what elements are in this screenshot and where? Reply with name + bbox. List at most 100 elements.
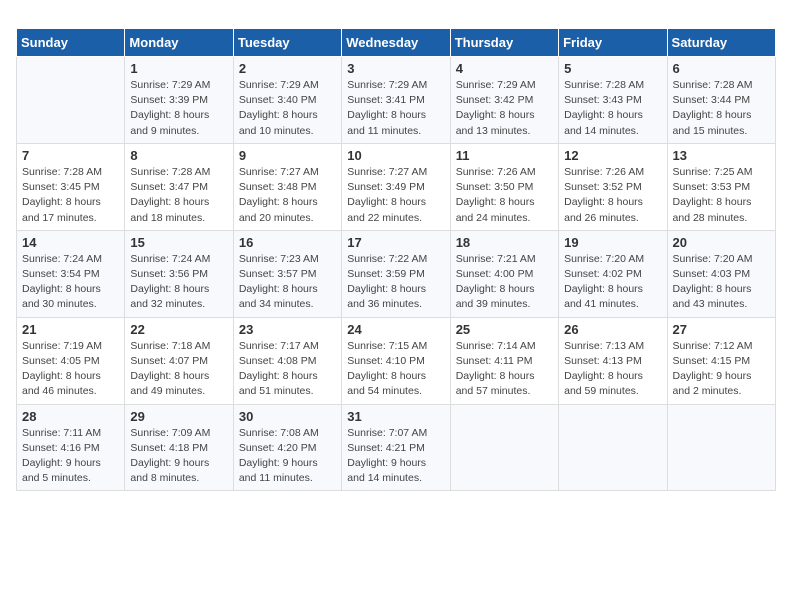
calendar-table: SundayMondayTuesdayWednesdayThursdayFrid… xyxy=(16,28,776,491)
header-day-friday: Friday xyxy=(559,29,667,57)
header-day-thursday: Thursday xyxy=(450,29,558,57)
day-number: 12 xyxy=(564,148,661,163)
calendar-cell: 28 Sunrise: 7:11 AMSunset: 4:16 PMDayligh… xyxy=(17,404,125,491)
day-number: 2 xyxy=(239,61,336,76)
week-row-2: 7 Sunrise: 7:28 AMSunset: 3:45 PMDaylight… xyxy=(17,143,776,230)
header-day-saturday: Saturday xyxy=(667,29,775,57)
day-number: 27 xyxy=(673,322,770,337)
calendar-cell: 5 Sunrise: 7:28 AMSunset: 3:43 PMDaylight… xyxy=(559,57,667,144)
cell-info: Sunrise: 7:26 AMSunset: 3:52 PMDaylight:… xyxy=(564,165,661,226)
cell-info: Sunrise: 7:28 AMSunset: 3:47 PMDaylight:… xyxy=(130,165,227,226)
calendar-cell: 3 Sunrise: 7:29 AMSunset: 3:41 PMDaylight… xyxy=(342,57,450,144)
cell-info: Sunrise: 7:29 AMSunset: 3:40 PMDaylight:… xyxy=(239,78,336,139)
calendar-cell: 12 Sunrise: 7:26 AMSunset: 3:52 PMDayligh… xyxy=(559,143,667,230)
calendar-cell: 23 Sunrise: 7:17 AMSunset: 4:08 PMDayligh… xyxy=(233,317,341,404)
cell-info: Sunrise: 7:29 AMSunset: 3:41 PMDaylight:… xyxy=(347,78,444,139)
cell-info: Sunrise: 7:26 AMSunset: 3:50 PMDaylight:… xyxy=(456,165,553,226)
day-number: 30 xyxy=(239,409,336,424)
cell-info: Sunrise: 7:27 AMSunset: 3:49 PMDaylight:… xyxy=(347,165,444,226)
day-number: 19 xyxy=(564,235,661,250)
calendar-header: SundayMondayTuesdayWednesdayThursdayFrid… xyxy=(17,29,776,57)
calendar-cell: 9 Sunrise: 7:27 AMSunset: 3:48 PMDaylight… xyxy=(233,143,341,230)
calendar-cell: 14 Sunrise: 7:24 AMSunset: 3:54 PMDayligh… xyxy=(17,230,125,317)
week-row-4: 21Sunrise: 7:19 AMSunset: 4:05 PMDayligh… xyxy=(17,317,776,404)
calendar-cell xyxy=(450,404,558,491)
day-number: 11 xyxy=(456,148,553,163)
calendar-cell xyxy=(559,404,667,491)
calendar-cell: 18 Sunrise: 7:21 AMSunset: 4:00 PMDayligh… xyxy=(450,230,558,317)
cell-info: Sunrise: 7:20 AMSunset: 4:03 PMDaylight:… xyxy=(673,252,770,313)
week-row-3: 14 Sunrise: 7:24 AMSunset: 3:54 PMDayligh… xyxy=(17,230,776,317)
cell-info: Sunrise: 7:15 AMSunset: 4:10 PMDaylight:… xyxy=(347,339,444,400)
day-number: 22 xyxy=(130,322,227,337)
day-number: 20 xyxy=(673,235,770,250)
day-number: 3 xyxy=(347,61,444,76)
calendar-cell: 10 Sunrise: 7:27 AMSunset: 3:49 PMDayligh… xyxy=(342,143,450,230)
calendar-cell: 17 Sunrise: 7:22 AMSunset: 3:59 PMDayligh… xyxy=(342,230,450,317)
calendar-cell: 4Sunrise: 7:29 AMSunset: 3:42 PMDaylight… xyxy=(450,57,558,144)
cell-info: Sunrise: 7:21 AMSunset: 4:00 PMDaylight:… xyxy=(456,252,553,313)
calendar-cell: 8Sunrise: 7:28 AMSunset: 3:47 PMDaylight… xyxy=(125,143,233,230)
day-number: 24 xyxy=(347,322,444,337)
calendar-cell: 1 Sunrise: 7:29 AMSunset: 3:39 PMDaylight… xyxy=(125,57,233,144)
day-number: 15 xyxy=(130,235,227,250)
day-number: 1 xyxy=(130,61,227,76)
cell-info: Sunrise: 7:08 AMSunset: 4:20 PMDaylight:… xyxy=(239,426,336,487)
day-number: 13 xyxy=(673,148,770,163)
cell-info: Sunrise: 7:28 AMSunset: 3:45 PMDaylight:… xyxy=(22,165,119,226)
cell-info: Sunrise: 7:28 AMSunset: 3:44 PMDaylight:… xyxy=(673,78,770,139)
day-number: 4 xyxy=(456,61,553,76)
cell-info: Sunrise: 7:29 AMSunset: 3:39 PMDaylight:… xyxy=(130,78,227,139)
day-number: 28 xyxy=(22,409,119,424)
day-number: 7 xyxy=(22,148,119,163)
cell-info: Sunrise: 7:18 AMSunset: 4:07 PMDaylight:… xyxy=(130,339,227,400)
day-number: 17 xyxy=(347,235,444,250)
cell-info: Sunrise: 7:27 AMSunset: 3:48 PMDaylight:… xyxy=(239,165,336,226)
calendar-cell: 22 Sunrise: 7:18 AMSunset: 4:07 PMDayligh… xyxy=(125,317,233,404)
cell-info: Sunrise: 7:11 AMSunset: 4:16 PMDaylight:… xyxy=(22,426,119,487)
calendar-cell: 11 Sunrise: 7:26 AMSunset: 3:50 PMDayligh… xyxy=(450,143,558,230)
day-number: 26 xyxy=(564,322,661,337)
day-number: 10 xyxy=(347,148,444,163)
calendar-cell xyxy=(667,404,775,491)
day-number: 23 xyxy=(239,322,336,337)
cell-info: Sunrise: 7:09 AMSunset: 4:18 PMDaylight:… xyxy=(130,426,227,487)
calendar-cell: 19Sunrise: 7:20 AMSunset: 4:02 PMDayligh… xyxy=(559,230,667,317)
calendar-cell: 30 Sunrise: 7:08 AMSunset: 4:20 PMDayligh… xyxy=(233,404,341,491)
day-number: 5 xyxy=(564,61,661,76)
cell-info: Sunrise: 7:17 AMSunset: 4:08 PMDaylight:… xyxy=(239,339,336,400)
cell-info: Sunrise: 7:22 AMSunset: 3:59 PMDaylight:… xyxy=(347,252,444,313)
header-row: SundayMondayTuesdayWednesdayThursdayFrid… xyxy=(17,29,776,57)
day-number: 18 xyxy=(456,235,553,250)
day-number: 14 xyxy=(22,235,119,250)
day-number: 9 xyxy=(239,148,336,163)
cell-info: Sunrise: 7:13 AMSunset: 4:13 PMDaylight:… xyxy=(564,339,661,400)
calendar-cell: 13 Sunrise: 7:25 AMSunset: 3:53 PMDayligh… xyxy=(667,143,775,230)
cell-info: Sunrise: 7:19 AMSunset: 4:05 PMDaylight:… xyxy=(22,339,119,400)
cell-info: Sunrise: 7:23 AMSunset: 3:57 PMDaylight:… xyxy=(239,252,336,313)
header-day-monday: Monday xyxy=(125,29,233,57)
calendar-cell: 26 Sunrise: 7:13 AMSunset: 4:13 PMDayligh… xyxy=(559,317,667,404)
cell-info: Sunrise: 7:14 AMSunset: 4:11 PMDaylight:… xyxy=(456,339,553,400)
week-row-5: 28 Sunrise: 7:11 AMSunset: 4:16 PMDayligh… xyxy=(17,404,776,491)
cell-info: Sunrise: 7:24 AMSunset: 3:54 PMDaylight:… xyxy=(22,252,119,313)
calendar-cell: 25 Sunrise: 7:14 AMSunset: 4:11 PMDayligh… xyxy=(450,317,558,404)
calendar-cell: 20 Sunrise: 7:20 AMSunset: 4:03 PMDayligh… xyxy=(667,230,775,317)
calendar-cell: 7 Sunrise: 7:28 AMSunset: 3:45 PMDaylight… xyxy=(17,143,125,230)
calendar-cell xyxy=(17,57,125,144)
calendar-cell: 24 Sunrise: 7:15 AMSunset: 4:10 PMDayligh… xyxy=(342,317,450,404)
calendar-cell: 27 Sunrise: 7:12 AMSunset: 4:15 PMDayligh… xyxy=(667,317,775,404)
cell-info: Sunrise: 7:12 AMSunset: 4:15 PMDaylight:… xyxy=(673,339,770,400)
header-day-sunday: Sunday xyxy=(17,29,125,57)
day-number: 29 xyxy=(130,409,227,424)
calendar-cell: 31Sunrise: 7:07 AMSunset: 4:21 PMDayligh… xyxy=(342,404,450,491)
week-row-1: 1 Sunrise: 7:29 AMSunset: 3:39 PMDaylight… xyxy=(17,57,776,144)
calendar-cell: 21Sunrise: 7:19 AMSunset: 4:05 PMDayligh… xyxy=(17,317,125,404)
cell-info: Sunrise: 7:25 AMSunset: 3:53 PMDaylight:… xyxy=(673,165,770,226)
calendar-cell: 16Sunrise: 7:23 AMSunset: 3:57 PMDayligh… xyxy=(233,230,341,317)
calendar-cell: 6Sunrise: 7:28 AMSunset: 3:44 PMDaylight… xyxy=(667,57,775,144)
day-number: 25 xyxy=(456,322,553,337)
calendar-cell: 2 Sunrise: 7:29 AMSunset: 3:40 PMDaylight… xyxy=(233,57,341,144)
calendar-cell: 15Sunrise: 7:24 AMSunset: 3:56 PMDayligh… xyxy=(125,230,233,317)
cell-info: Sunrise: 7:28 AMSunset: 3:43 PMDaylight:… xyxy=(564,78,661,139)
